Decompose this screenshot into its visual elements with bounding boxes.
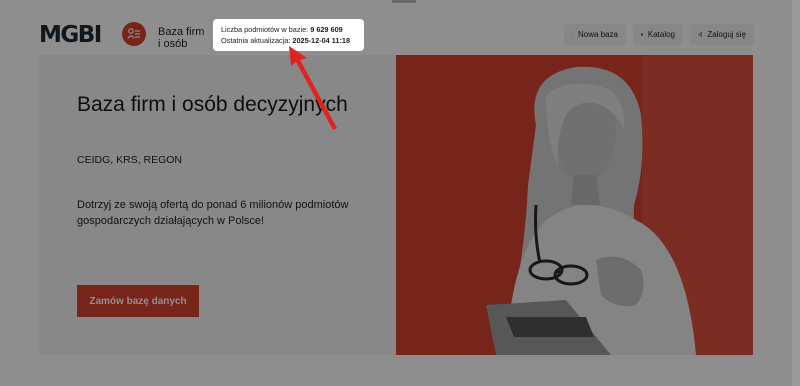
new-base-label: Nowa baza (577, 30, 618, 39)
last-update-label: Ostatnia aktualizacja: (221, 36, 291, 45)
record-count-row: Liczba podmiotów w bazie: 9 629 609 (221, 24, 356, 35)
hero-image (396, 55, 753, 355)
plus-icon (572, 34, 573, 35)
scrollbar[interactable] (792, 0, 800, 386)
catalog-label: Katalog (647, 30, 675, 39)
annotation-arrow-icon (289, 46, 337, 130)
hero-description: Dotrzyj ze swoją ofertą do ponad 6 milio… (77, 199, 349, 227)
logo-subtitle-line2: i osób (158, 38, 188, 50)
login-icon (698, 32, 703, 37)
window-grip-handle[interactable] (392, 0, 416, 3)
record-count-label: Liczba podmiotów w bazie: (221, 25, 309, 34)
record-count-value: 9 629 609 (310, 25, 343, 34)
page: MGBI Baza firm i osób Nowa baza Katalog … (0, 0, 792, 386)
logo[interactable]: MGBI (39, 22, 102, 48)
login-label: Zaloguj się (707, 30, 746, 39)
contacts-icon (122, 22, 154, 46)
hero-subtitle: CEIDG, KRS, REGON (77, 154, 183, 166)
book-icon (641, 33, 643, 36)
order-database-button[interactable]: Zamów bazę danych (77, 285, 199, 317)
logo-subtitle: Baza firm i osób (158, 26, 204, 50)
catalog-button[interactable]: Katalog (633, 24, 683, 45)
new-base-button[interactable]: Nowa baza (564, 24, 626, 45)
content-below (39, 355, 753, 386)
logo-subtitle-line1: Baza firm (158, 26, 205, 38)
login-button[interactable]: Zaloguj się (690, 24, 754, 45)
